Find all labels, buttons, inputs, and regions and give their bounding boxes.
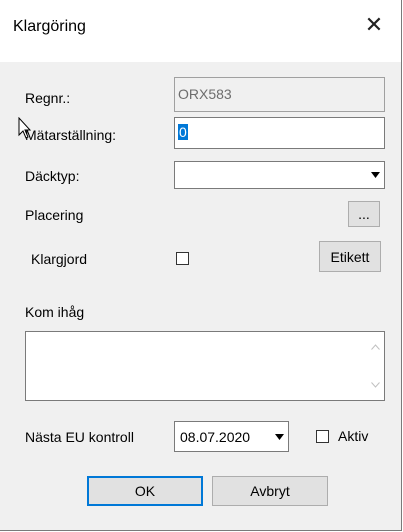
nasta-eu-date: 08.07.2020	[180, 429, 251, 445]
regnr-field: ORX583	[174, 77, 385, 112]
title-bar: Klargöring ✕	[0, 0, 401, 62]
chevron-down-icon[interactable]	[367, 163, 383, 187]
placering-browse-button[interactable]: ...	[348, 201, 380, 227]
etikett-button[interactable]: Etikett	[319, 241, 381, 272]
kom-ihag-textarea[interactable]	[25, 331, 385, 401]
nasta-eu-datepicker[interactable]: 08.07.2020	[174, 421, 289, 452]
kom-ihag-label: Kom ihåg	[25, 304, 85, 320]
aktiv-label: Aktiv	[338, 428, 369, 444]
nasta-eu-label: Nästa EU kontroll	[25, 429, 134, 445]
matarstallning-input[interactable]: 0	[174, 117, 385, 149]
close-icon[interactable]: ✕	[361, 12, 387, 38]
matarstallning-label: Mätarställning:	[25, 127, 117, 143]
mouse-pointer-icon	[18, 117, 32, 139]
regnr-label: Regnr.:	[25, 90, 71, 106]
cancel-button[interactable]: Avbryt	[212, 476, 328, 506]
placering-label: Placering	[25, 207, 84, 223]
ok-button[interactable]: OK	[87, 476, 203, 506]
klargjord-label: Klargjord	[31, 251, 88, 267]
aktiv-checkbox[interactable]	[316, 430, 329, 443]
dacktyp-label: Däcktyp:	[25, 168, 80, 184]
regnr-value: ORX583	[178, 86, 232, 102]
scroll-down-icon[interactable]	[371, 382, 380, 388]
memo-scrollbar[interactable]	[367, 332, 384, 400]
scroll-up-icon[interactable]	[371, 344, 380, 350]
chevron-down-icon[interactable]	[271, 423, 287, 450]
window-title: Klargöring	[13, 18, 86, 35]
dacktyp-select[interactable]	[174, 161, 385, 189]
klargjord-checkbox[interactable]	[176, 252, 189, 265]
klargoring-dialog: Klargöring ✕ Regnr.: ORX583 Mätarställni…	[0, 0, 402, 531]
matarstallning-value: 0	[178, 124, 188, 140]
